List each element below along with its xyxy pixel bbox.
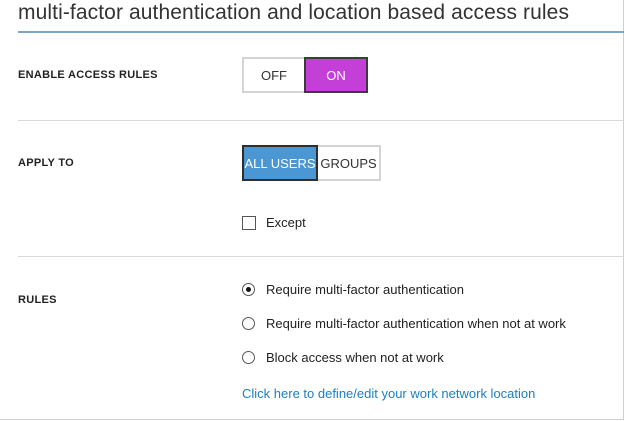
work-network-location-link[interactable]: Click here to define/edit your work netw… — [242, 386, 535, 401]
radio-unselected-icon[interactable] — [242, 317, 255, 330]
rule-option-require-mfa[interactable]: Require multi-factor authentication — [242, 282, 464, 297]
rule-option-require-mfa-not-at-work[interactable]: Require multi-factor authentication when… — [242, 316, 566, 331]
apply-to-toggle: ALL USERS GROUPS — [242, 145, 381, 181]
page-title: multi-factor authentication and location… — [18, 1, 570, 24]
radio-unselected-icon[interactable] — [242, 351, 255, 364]
rule-option-label: Require multi-factor authentication — [266, 282, 464, 297]
title-divider — [18, 31, 624, 33]
on-button[interactable]: ON — [304, 57, 368, 93]
enable-access-rules-label: ENABLE ACCESS RULES — [18, 69, 158, 81]
groups-button[interactable]: GROUPS — [318, 145, 381, 181]
apply-to-label: APPLY TO — [18, 157, 74, 169]
radio-selected-icon[interactable] — [242, 283, 255, 296]
enable-access-rules-toggle: OFF ON — [242, 57, 368, 93]
off-button[interactable]: OFF — [242, 57, 304, 93]
section-divider — [18, 120, 624, 121]
rule-option-label: Block access when not at work — [266, 350, 444, 365]
except-checkbox[interactable] — [242, 215, 256, 230]
rules-label: RULES — [18, 294, 57, 306]
all-users-button[interactable]: ALL USERS — [242, 145, 318, 181]
rule-option-block-access-not-at-work[interactable]: Block access when not at work — [242, 350, 444, 365]
section-divider — [18, 256, 624, 257]
except-checkbox-row[interactable]: Except — [242, 215, 306, 230]
except-label: Except — [266, 215, 306, 230]
rule-option-label: Require multi-factor authentication when… — [266, 316, 566, 331]
